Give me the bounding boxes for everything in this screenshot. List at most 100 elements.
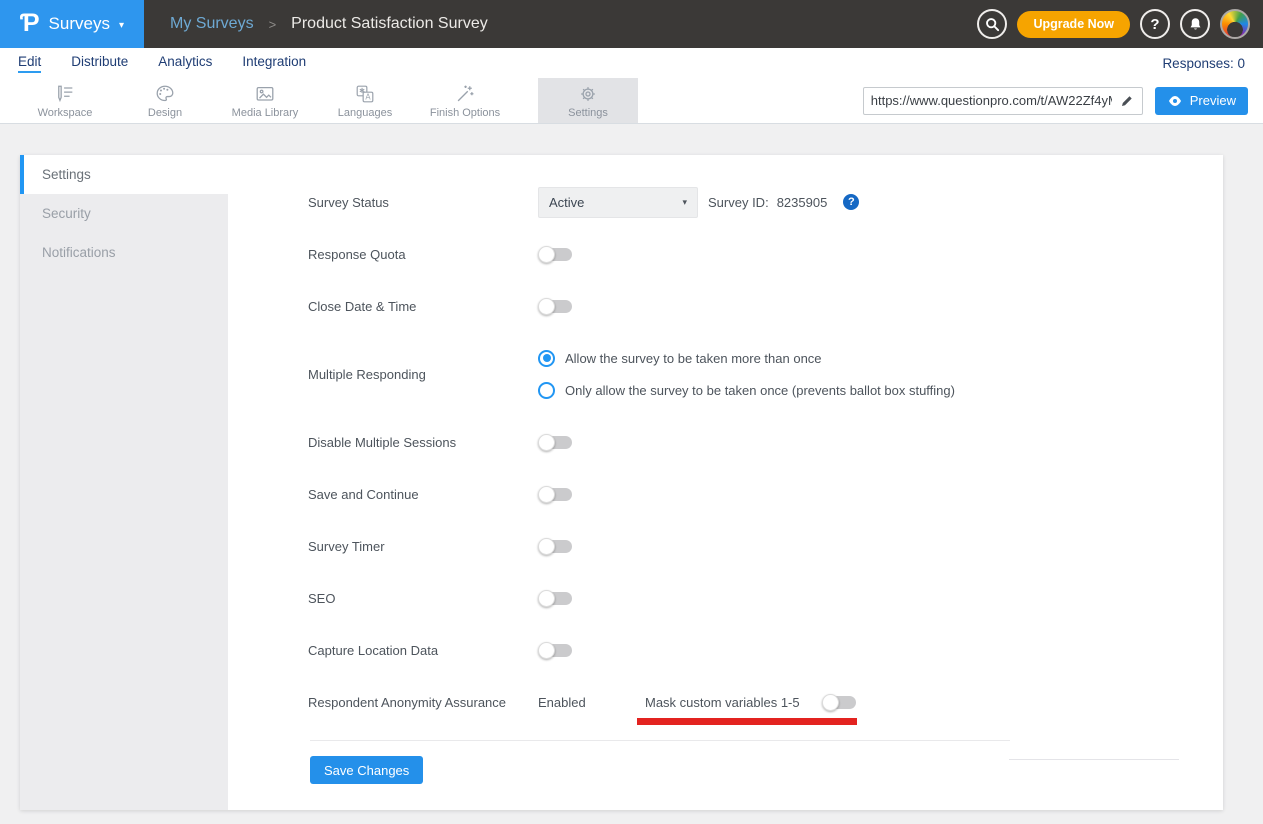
radio-only-once[interactable] (538, 382, 555, 399)
product-switcher[interactable]: Ƥ Surveys ▾ (0, 0, 144, 48)
tab-label: Finish Options (430, 107, 500, 119)
tab-label: Media Library (232, 107, 299, 119)
anonymity-status: Enabled (538, 695, 645, 710)
response-quota-label: Response Quota (308, 247, 538, 262)
radio-only-once-label: Only allow the survey to be taken once (… (565, 383, 955, 398)
help-button[interactable]: ? (1140, 9, 1170, 39)
save-and-continue-toggle[interactable] (538, 486, 572, 503)
toolbar-right: Preview (863, 87, 1263, 115)
row-capture-location-data: Capture Location Data (308, 624, 1203, 676)
workspace-icon (54, 83, 76, 105)
row-close-date-time: Close Date & Time (308, 280, 1203, 332)
question-mark-icon: ? (1150, 16, 1159, 33)
edit-url-button[interactable] (1112, 88, 1142, 114)
row-survey-timer: Survey Timer (308, 520, 1203, 572)
tab-media-library[interactable]: Media Library (215, 78, 315, 123)
sidebar-item-settings[interactable]: Settings (20, 155, 228, 194)
toggle-knob (538, 298, 555, 315)
tab-label: Languages (338, 107, 392, 119)
radio-allow-multiple-label: Allow the survey to be taken more than o… (565, 351, 822, 366)
questionpro-logo-icon: Ƥ (20, 11, 40, 36)
media-library-icon (254, 83, 276, 105)
breadcrumb-separator-icon: > (269, 17, 277, 32)
toggle-knob (538, 434, 555, 451)
settings-sidebar: Settings Security Notifications (20, 155, 228, 810)
tab-edit[interactable]: Edit (18, 54, 41, 73)
row-respondent-anonymity: Respondent Anonymity Assurance Enabled M… (308, 676, 1203, 728)
svg-text:A: A (365, 92, 371, 101)
breadcrumb-my-surveys[interactable]: My Surveys (170, 15, 254, 33)
mask-custom-variables-label: Mask custom variables 1-5 (645, 695, 822, 710)
bell-icon (1188, 17, 1203, 32)
finish-options-wand-icon (454, 83, 476, 105)
upgrade-now-button[interactable]: Upgrade Now (1017, 11, 1130, 38)
breadcrumb: My Surveys > Product Satisfaction Survey (170, 15, 488, 33)
toolbar-tabs: Workspace Design Media Library ✱ (15, 78, 638, 123)
row-survey-status: Survey Status Active ▾ Survey ID: 823590… (308, 176, 1203, 228)
toggle-knob (538, 642, 555, 659)
save-changes-button[interactable]: Save Changes (310, 756, 423, 784)
survey-timer-toggle[interactable] (538, 538, 572, 555)
mask-custom-variables-toggle[interactable] (822, 694, 856, 711)
product-name: Surveys (49, 14, 110, 34)
sidebar-item-notifications[interactable]: Notifications (20, 233, 228, 272)
survey-id-help-icon[interactable]: ? (843, 194, 859, 210)
eye-icon (1167, 93, 1183, 109)
tab-label: Workspace (38, 107, 93, 119)
respondent-anonymity-label: Respondent Anonymity Assurance (308, 695, 538, 710)
search-button[interactable] (977, 9, 1007, 39)
option-only-once: Only allow the survey to be taken once (… (538, 374, 955, 406)
form-divider (310, 740, 1010, 741)
design-palette-icon (154, 83, 176, 105)
notifications-button[interactable] (1180, 9, 1210, 39)
search-icon (984, 16, 1001, 33)
tab-analytics[interactable]: Analytics (158, 54, 212, 73)
capture-location-data-toggle[interactable] (538, 642, 572, 659)
disable-multiple-sessions-toggle[interactable] (538, 434, 572, 451)
close-date-time-label: Close Date & Time (308, 299, 538, 314)
header-actions: Upgrade Now ? (977, 9, 1263, 39)
toggle-knob (538, 246, 555, 263)
settings-form: Survey Status Active ▾ Survey ID: 823590… (308, 155, 1203, 784)
survey-id-value: 8235905 (777, 195, 828, 210)
radio-allow-multiple[interactable] (538, 350, 555, 367)
top-header: Ƥ Surveys ▾ My Surveys > Product Satisfa… (0, 0, 1263, 48)
survey-url-input[interactable] (864, 93, 1112, 108)
tab-workspace[interactable]: Workspace (15, 78, 115, 123)
preview-button[interactable]: Preview (1155, 87, 1248, 115)
multiple-responding-options: Allow the survey to be taken more than o… (538, 332, 955, 416)
tab-integration[interactable]: Integration (242, 54, 306, 73)
survey-status-value: Active (549, 195, 584, 210)
tab-distribute[interactable]: Distribute (71, 54, 128, 73)
responses-count: Responses: 0 (1162, 56, 1245, 71)
toggle-knob (822, 694, 839, 711)
annotation-red-underline (637, 718, 857, 725)
row-multiple-responding: Multiple Responding Allow the survey to … (308, 332, 1203, 416)
row-disable-multiple-sessions: Disable Multiple Sessions (308, 416, 1203, 468)
sidebar-item-security[interactable]: Security (20, 194, 228, 233)
option-allow-multiple: Allow the survey to be taken more than o… (538, 342, 955, 374)
save-and-continue-label: Save and Continue (308, 487, 538, 502)
survey-nav: Edit Distribute Analytics Integration Re… (0, 48, 1263, 78)
tab-settings[interactable]: Settings (538, 78, 638, 123)
response-quota-toggle[interactable] (538, 246, 572, 263)
row-response-quota: Response Quota (308, 228, 1203, 280)
edit-toolbar: Workspace Design Media Library ✱ (0, 78, 1263, 124)
row-seo: SEO (308, 572, 1203, 624)
preview-label: Preview (1190, 93, 1236, 108)
survey-nav-items: Edit Distribute Analytics Integration (18, 54, 306, 73)
tab-design[interactable]: Design (115, 78, 215, 123)
tab-finish-options[interactable]: Finish Options (415, 78, 515, 123)
survey-status-select[interactable]: Active ▾ (538, 187, 698, 218)
close-date-time-toggle[interactable] (538, 298, 572, 315)
toggle-knob (538, 538, 555, 555)
settings-card: Settings Security Notifications Survey S… (20, 155, 1223, 810)
survey-status-label: Survey Status (308, 195, 538, 210)
seo-label: SEO (308, 591, 538, 606)
tab-languages[interactable]: ✱ A Languages (315, 78, 415, 123)
multiple-responding-label: Multiple Responding (308, 367, 538, 382)
row-save-and-continue: Save and Continue (308, 468, 1203, 520)
avatar[interactable] (1220, 9, 1250, 39)
seo-toggle[interactable] (538, 590, 572, 607)
tab-label: Design (148, 107, 182, 119)
